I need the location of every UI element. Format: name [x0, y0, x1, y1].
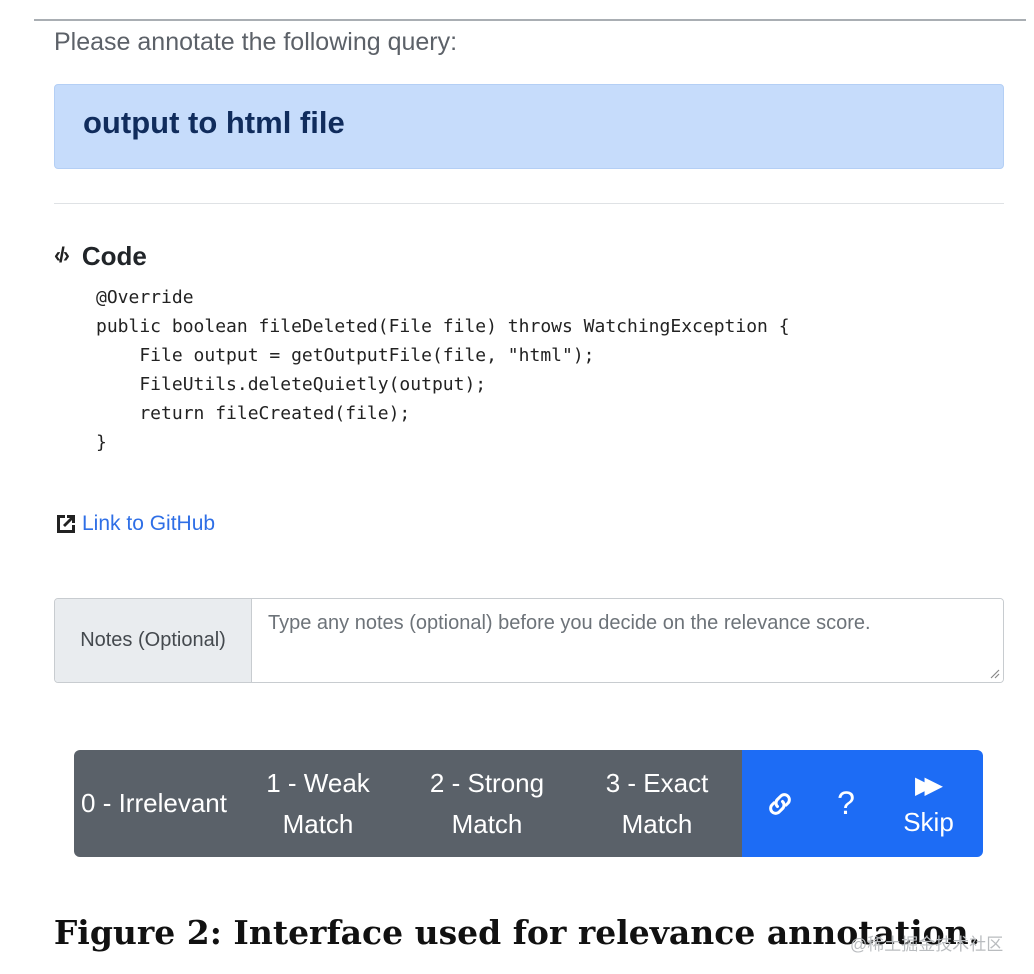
score-3-label: 3 - Exact Match [605, 767, 709, 839]
external-link-icon [57, 515, 75, 533]
annotation-prompt: Please annotate the following query: [54, 28, 458, 56]
copy-link-button[interactable] [742, 750, 818, 857]
score-3-exact-match-button[interactable]: 3 - Exact Match [572, 750, 742, 857]
watermark: @稀土掘金技术社区 [850, 935, 1004, 954]
score-1-weak-match-button[interactable]: 1 - Weak Match [234, 750, 402, 857]
github-link-label: Link to GitHub [82, 512, 216, 535]
code-snippet: @Override public boolean fileDeleted(Fil… [96, 287, 790, 453]
notes-input-group: Notes (Optional) [54, 598, 1004, 683]
link-icon [769, 792, 791, 815]
fast-forward-icon: ▶▶ [915, 771, 943, 799]
skip-label: Skip [903, 806, 954, 837]
query-box: output to html file [54, 84, 1004, 169]
score-2-label: 2 - Strong Match [429, 767, 545, 839]
score-2-strong-match-button[interactable]: 2 - Strong Match [402, 750, 572, 857]
help-label: ? [837, 785, 855, 821]
skip-button[interactable]: ▶▶ Skip [874, 750, 983, 857]
notes-textarea[interactable] [252, 599, 1003, 682]
code-title: Code [81, 240, 147, 271]
section-divider [54, 203, 1004, 204]
help-button[interactable]: ? [818, 750, 874, 857]
notes-label: Notes (Optional) [55, 599, 252, 682]
score-0-irrelevant-button[interactable]: 0 - Irrelevant [74, 750, 234, 857]
relevance-button-group: 0 - Irrelevant 1 - Weak Match 2 - Strong… [74, 750, 983, 857]
code-icon: ‹/› [54, 244, 70, 267]
query-text: output to html file [83, 105, 345, 140]
score-1-label: 1 - Weak Match [266, 767, 370, 839]
score-0-label: 0 - Irrelevant [81, 788, 227, 818]
github-link[interactable]: Link to GitHub [54, 512, 215, 536]
top-divider [34, 19, 1026, 21]
code-header: ‹/› Code [54, 239, 147, 273]
